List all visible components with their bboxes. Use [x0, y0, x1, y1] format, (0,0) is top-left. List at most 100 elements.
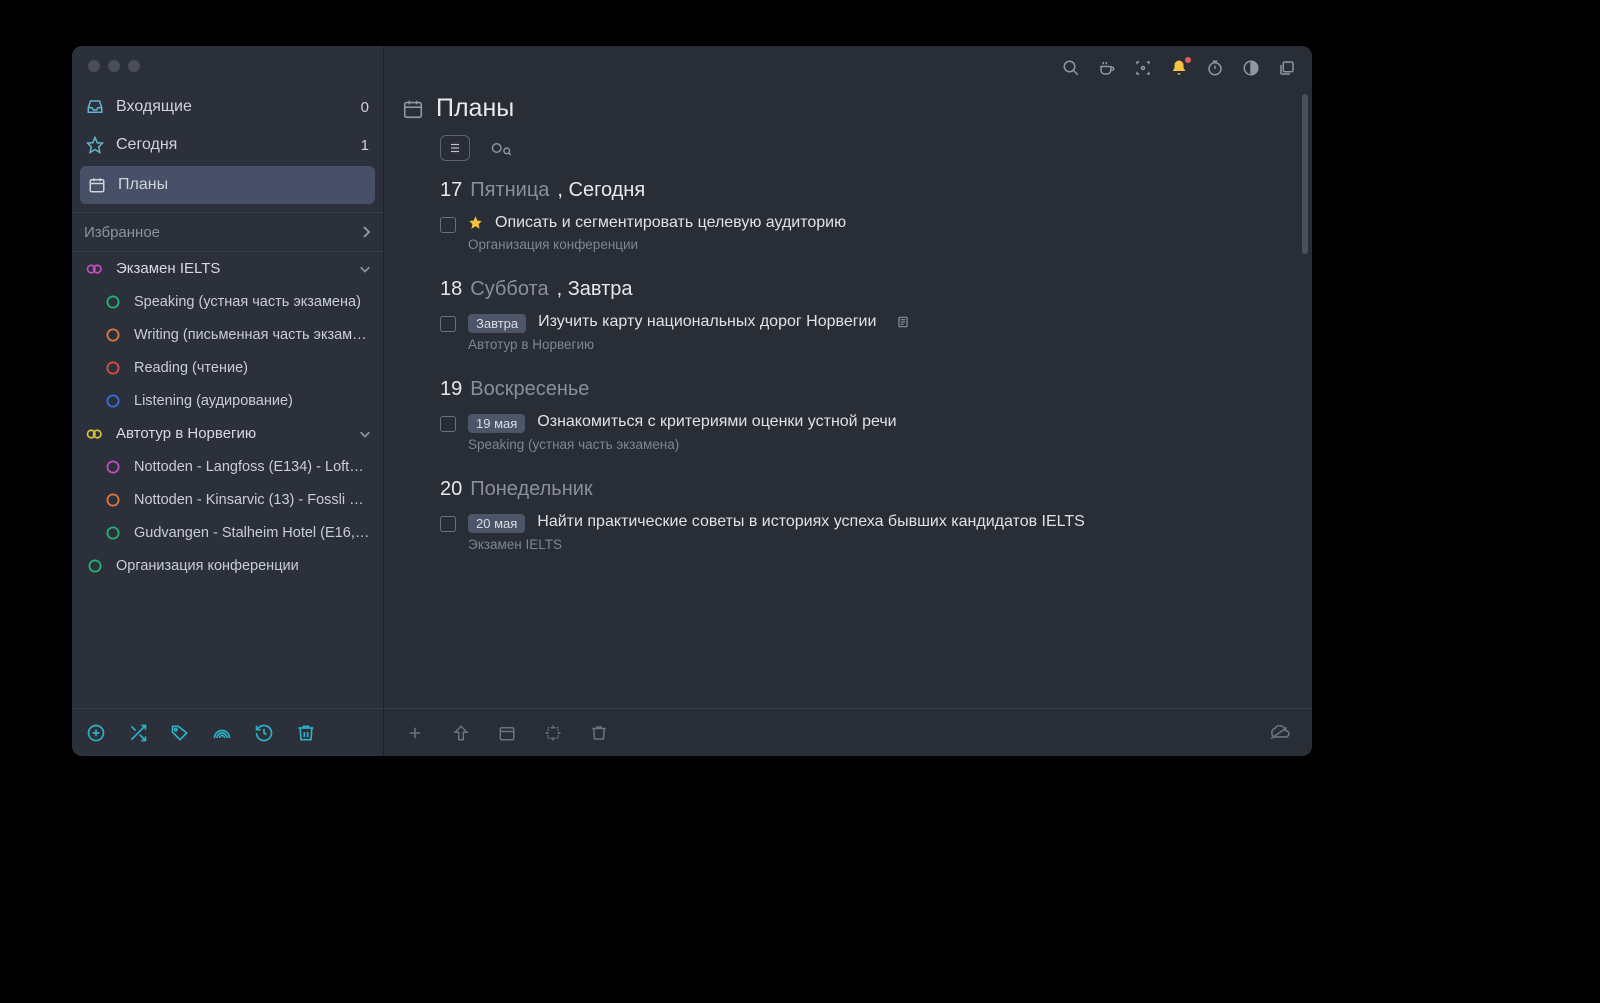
task-row[interactable]: Описать и сегментировать целевую аудитор… — [440, 210, 1282, 235]
delete-button[interactable] — [590, 724, 608, 742]
zoom-window-button[interactable] — [128, 60, 140, 72]
search-button[interactable] — [1062, 59, 1080, 77]
progress-ring-icon — [102, 294, 124, 310]
sync-button[interactable] — [1268, 725, 1290, 741]
progress-ring-icon — [102, 525, 124, 541]
tag-button[interactable] — [170, 723, 190, 743]
task-project: Экзамен IELTS — [468, 537, 1282, 552]
project-label: Speaking (устная часть экзамена) — [134, 294, 371, 310]
history-button[interactable] — [254, 723, 274, 743]
day-number: 19 — [440, 378, 462, 401]
day-block: 20 Понедельник 20 маяНайти практические со… — [384, 470, 1312, 570]
day-relative: , Сегодня — [557, 179, 645, 202]
task-title: Ознакомиться с критериями оценки устной … — [537, 413, 896, 431]
minimize-window-button[interactable] — [108, 60, 120, 72]
main-pane: Планы 17 Пятница , Сегодня Описать и сегмен… — [384, 46, 1312, 756]
task-project: Организация конференции — [468, 237, 1282, 252]
task-checkbox[interactable] — [440, 516, 456, 532]
sidebar-item-today[interactable]: Сегодня 1 — [72, 126, 383, 164]
move-button[interactable] — [452, 724, 470, 742]
project-group[interactable]: Автотур в Норвегию — [72, 417, 383, 450]
project-label: Nottoden - Kinsarvic (13) - Fossli … — [134, 492, 371, 508]
project-item[interactable]: Nottoden - Langfoss (E134) - Loft… — [72, 450, 383, 483]
coffee-button[interactable] — [1098, 59, 1116, 77]
sidebar-item-plans[interactable]: Планы — [80, 166, 375, 204]
calendar-icon — [402, 98, 424, 120]
project-item[interactable]: Listening (аудирование) — [72, 384, 383, 417]
task-checkbox[interactable] — [440, 416, 456, 432]
progress-ring-icon — [102, 360, 124, 376]
shuffle-button[interactable] — [128, 723, 148, 743]
page-title: Планы — [436, 94, 514, 123]
task-row[interactable]: 19 мая Ознакомиться с критериями оценки у… — [440, 409, 1282, 435]
day-header: 20 Понедельник — [440, 478, 1282, 501]
task-title: Изучить карту национальных дорог Норвеги… — [538, 313, 876, 331]
task-checkbox[interactable] — [440, 217, 456, 233]
list-view-button[interactable] — [440, 135, 470, 161]
panels-button[interactable] — [1278, 59, 1296, 77]
project-item[interactable]: Gudvangen - Stalheim Hotel (E16,… — [72, 516, 383, 549]
project-label: Экзамен IELTS — [116, 260, 359, 277]
day-weekday: Понедельник — [470, 478, 592, 501]
project-item[interactable]: Организация конференции — [72, 549, 383, 582]
nav-label: Входящие — [116, 98, 361, 116]
task-project: Speaking (устная часть экзамена) — [468, 437, 1282, 452]
bell-button[interactable] — [1170, 59, 1188, 77]
calendar-icon — [86, 176, 108, 194]
trash-button[interactable] — [296, 723, 316, 743]
day-header: 18Суббота, Завтра — [440, 278, 1282, 301]
filter-button[interactable] — [486, 135, 516, 161]
chevron-down-icon[interactable] — [359, 429, 371, 439]
project-group[interactable]: Экзамен IELTS — [72, 252, 383, 285]
favorites-section[interactable]: Избранное — [72, 212, 383, 252]
goal-icon — [84, 427, 106, 441]
task-list[interactable]: 17 Пятница , Сегодня Описать и сегментирова… — [384, 167, 1312, 756]
task-title: Описать и сегментировать целевую аудитор… — [495, 214, 846, 232]
progress-ring-icon — [84, 558, 106, 574]
date-badge: 19 мая — [468, 414, 525, 433]
day-number: 17 — [440, 179, 462, 202]
chevron-down-icon[interactable] — [359, 264, 371, 274]
focus-button[interactable] — [1134, 59, 1152, 77]
close-window-button[interactable] — [88, 60, 100, 72]
scrollbar[interactable] — [1302, 94, 1308, 254]
top-toolbar — [384, 46, 1312, 90]
project-item[interactable]: Reading (чтение) — [72, 351, 383, 384]
project-label: Listening (аудирование) — [134, 393, 371, 409]
day-number: 20 — [440, 478, 462, 501]
day-header: 17 Пятница , Сегодня — [440, 179, 1282, 202]
task-project: Автотур в Норвегию — [468, 337, 1282, 352]
date-badge: Завтра — [468, 314, 526, 333]
day-weekday: Пятница — [470, 179, 549, 202]
sidebar-item-inbox[interactable]: Входящие 0 — [72, 88, 383, 126]
project-item[interactable]: Nottoden - Kinsarvic (13) - Fossli … — [72, 483, 383, 516]
task-title: Найти практические советы в историях усп… — [537, 513, 1085, 531]
progress-ring-icon — [102, 459, 124, 475]
project-item[interactable]: Speaking (устная часть экзамена) — [72, 285, 383, 318]
target-button[interactable] — [544, 724, 562, 742]
contrast-button[interactable] — [1242, 59, 1260, 77]
chevron-right-icon — [361, 225, 371, 239]
project-label: Автотур в Норвегию — [116, 425, 359, 442]
rainbow-button[interactable] — [212, 723, 232, 743]
project-label: Nottoden - Langfoss (E134) - Loft… — [134, 459, 371, 475]
task-row[interactable]: 20 маяНайти практические советы в истори… — [440, 509, 1282, 535]
new-task-button[interactable] — [406, 724, 424, 742]
view-toggle-row — [384, 123, 1312, 167]
project-list: Экзамен IELTS Speaking (устная часть экза… — [72, 252, 383, 582]
timer-button[interactable] — [1206, 59, 1224, 77]
nav-label: Планы — [118, 176, 369, 194]
schedule-button[interactable] — [498, 724, 516, 742]
add-button[interactable] — [86, 723, 106, 743]
progress-ring-icon — [102, 492, 124, 508]
note-icon — [896, 315, 910, 329]
task-row[interactable]: Завтра Изучить карту национальных дорог Н… — [440, 309, 1282, 335]
content-header: Планы — [384, 90, 1312, 123]
task-checkbox[interactable] — [440, 316, 456, 332]
day-weekday: Воскресенье — [470, 378, 589, 401]
nav-count: 0 — [361, 99, 369, 116]
window-controls — [88, 60, 140, 72]
day-relative: , Завтра — [557, 278, 633, 301]
project-item[interactable]: Writing (письменная часть экзам… — [72, 318, 383, 351]
sidebar-toolbar — [72, 708, 383, 756]
